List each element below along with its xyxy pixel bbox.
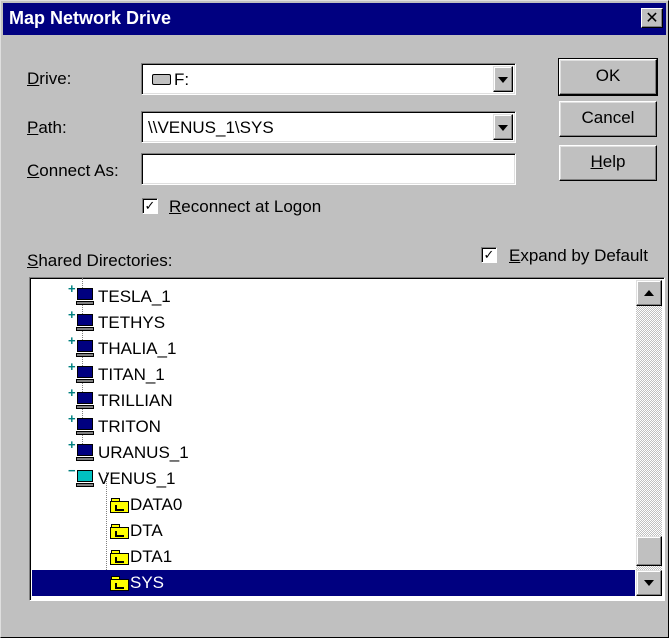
computer-icon — [76, 288, 94, 306]
drive-dropdown-arrow[interactable] — [493, 66, 513, 92]
reconnect-label-rest: econnect at Logon — [181, 197, 322, 216]
expand-icon[interactable]: + — [68, 437, 76, 452]
expand-label-rest: xpand by Default — [520, 246, 648, 265]
tree-item-tesla-1[interactable]: + TESLA_1 — [32, 281, 635, 310]
shared-directories-label: Shared Directories: — [27, 251, 173, 271]
reconnect-label[interactable]: Reconnect at Logon — [169, 197, 321, 217]
drive-label: Drive: — [27, 69, 71, 89]
shared-label-mnemonic: S — [27, 251, 39, 270]
path-label-rest: ath: — [38, 118, 67, 137]
map-network-drive-dialog: Map Network Drive ✕ Drive: F: Path: \\VE… — [0, 0, 669, 638]
computer-icon — [76, 392, 94, 410]
tree-item-trillian[interactable]: + TRILLIAN — [32, 385, 635, 414]
help-button-rest: elp — [602, 152, 626, 171]
drive-value: F: — [174, 70, 190, 89]
computer-icon — [76, 314, 94, 332]
help-button[interactable]: Help — [559, 145, 657, 181]
expand-icon[interactable]: + — [68, 333, 76, 348]
tree-item-label: TRITON — [98, 417, 161, 436]
shared-folder-icon — [110, 524, 130, 539]
shared-folder-icon — [110, 576, 130, 591]
computer-icon — [76, 444, 94, 462]
tree-item-thalia-1[interactable]: + THALIA_1 — [32, 333, 635, 362]
tree-item-label: DTA — [130, 521, 163, 540]
computer-icon — [76, 418, 94, 436]
shared-folder-icon — [110, 498, 130, 513]
tree-item-label: TITAN_1 — [98, 365, 165, 384]
expand-by-default-checkbox[interactable]: ✓ — [481, 247, 497, 263]
tree-item-venus-1[interactable]: − VENUS_1 — [32, 463, 635, 492]
tree-item-dta1[interactable]: DTA1 — [32, 544, 635, 570]
path-dropdown-arrow[interactable] — [493, 114, 513, 140]
tree-item-label: DTA1 — [130, 547, 173, 566]
tree-item-label: URANUS_1 — [98, 443, 189, 462]
tree-item-uranus-1[interactable]: + URANUS_1 — [32, 437, 635, 466]
expand-icon[interactable]: + — [68, 359, 76, 374]
tree-vertical-scrollbar[interactable] — [636, 280, 662, 596]
reconnect-checkbox[interactable]: ✓ — [142, 198, 158, 214]
collapse-icon[interactable]: − — [68, 463, 76, 478]
computer-icon — [76, 470, 94, 488]
tree-item-label: TESLA_1 — [98, 287, 171, 306]
tree-item-label: VENUS_1 — [98, 469, 176, 488]
network-drive-icon — [152, 74, 171, 85]
tree-item-label: DATA0 — [130, 495, 183, 514]
expand-icon[interactable]: + — [68, 307, 76, 322]
path-label: Path: — [27, 118, 67, 138]
drive-dropdown[interactable]: F: — [141, 63, 516, 95]
connect-as-input[interactable] — [141, 153, 516, 185]
shared-folder-icon — [110, 550, 130, 565]
tree-item-tethys[interactable]: + TETHYS — [32, 307, 635, 336]
tree-item-triton[interactable]: + TRITON — [32, 411, 635, 440]
close-button[interactable]: ✕ — [641, 8, 663, 28]
computer-icon — [76, 340, 94, 358]
drive-label-rest: rive: — [39, 69, 72, 88]
path-value: \\VENUS_1\SYS — [148, 118, 274, 137]
tree-item-label: SYS — [130, 573, 165, 592]
path-combobox[interactable]: \\VENUS_1\SYS — [141, 111, 516, 143]
expand-icon[interactable]: + — [68, 281, 76, 296]
scroll-thumb[interactable] — [636, 536, 662, 566]
expand-label-mnemonic: E — [509, 246, 521, 265]
window-title: Map Network Drive — [9, 8, 172, 28]
connect-as-label-rest: onnect As: — [39, 161, 119, 180]
cancel-button[interactable]: Cancel — [559, 101, 657, 137]
help-button-mnemonic: H — [590, 152, 603, 171]
tree-item-titan-1[interactable]: + TITAN_1 — [32, 359, 635, 388]
ok-button[interactable]: OK — [558, 58, 658, 96]
tree-item-label: TETHYS — [98, 313, 166, 332]
drive-label-mnemonic: D — [27, 69, 40, 88]
tree-item-label: THALIA_1 — [98, 339, 177, 358]
reconnect-label-mnemonic: R — [169, 197, 182, 216]
connect-as-label: Connect As: — [27, 161, 119, 181]
expand-by-default-label[interactable]: Expand by Default — [509, 246, 648, 266]
path-label-mnemonic: P — [27, 118, 39, 137]
scroll-up-button[interactable] — [636, 280, 662, 306]
tree-item-dta[interactable]: DTA — [32, 518, 635, 544]
expand-icon[interactable]: + — [68, 385, 76, 400]
tree-item-data0[interactable]: DATA0 — [32, 492, 635, 518]
tree-item-sys[interactable]: SYS — [32, 570, 635, 596]
shared-label-rest: hared Directories: — [38, 251, 173, 270]
scroll-down-button[interactable] — [636, 570, 662, 596]
connect-as-label-mnemonic: C — [27, 161, 40, 180]
expand-icon[interactable]: + — [68, 411, 76, 426]
title-bar[interactable]: Map Network Drive ✕ — [3, 3, 666, 35]
computer-icon — [76, 366, 94, 384]
tree-item-label: TRILLIAN — [98, 391, 173, 410]
shared-directories-tree[interactable]: + TESLA_1 + TETHYS + THALIA_1 + TITAN_1 … — [29, 277, 665, 601]
